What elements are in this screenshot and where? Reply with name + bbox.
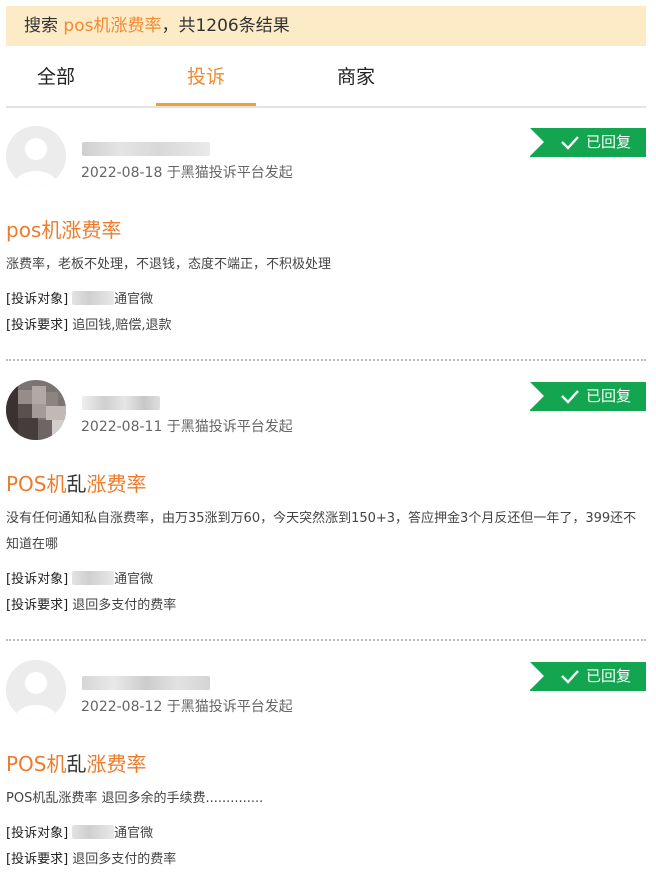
target-label: [投诉对象] bbox=[6, 826, 69, 841]
complaint-target: [投诉对象] 通官微 bbox=[6, 824, 153, 844]
complaint-date: 2022-08-18 于黑猫投诉平台发起 bbox=[81, 165, 293, 181]
complaint-date: 2022-08-12 于黑猫投诉平台发起 bbox=[81, 699, 293, 715]
title-part: POS机 bbox=[6, 472, 67, 496]
request-label: [投诉要求] bbox=[6, 852, 69, 867]
title-part: 乱 bbox=[66, 472, 87, 496]
complaint-request: [投诉要求] 退回多支付的费率 bbox=[6, 850, 176, 870]
complaint-title[interactable]: POS机乱涨费率 bbox=[6, 468, 147, 497]
complaint-target: [投诉对象] 通官微 bbox=[6, 570, 153, 590]
search-result-banner: 搜索 pos机涨费率，共1206条结果 bbox=[6, 6, 646, 46]
complaint-description: 没有任何通知私自涨费率，由万35涨到万60，今天突然涨到150+3，答应押金3个… bbox=[6, 511, 637, 552]
complaint-target: [投诉对象] 通官微 bbox=[6, 290, 153, 310]
complaint-description: 涨费率，老板不处理，不退钱，态度不端正，不积极处理 bbox=[6, 257, 332, 272]
target-value[interactable]: 通官微 bbox=[114, 826, 153, 841]
target-value[interactable]: 通官微 bbox=[114, 292, 153, 307]
target-name-blurred bbox=[72, 825, 115, 839]
request-value: 退回多支付的费率 bbox=[72, 598, 177, 613]
user-name-blurred bbox=[82, 396, 160, 410]
badge-label: 已回复 bbox=[586, 667, 632, 685]
target-name-blurred bbox=[72, 291, 115, 305]
tab-complaints[interactable]: 投诉 bbox=[156, 52, 256, 108]
complaint-request: [投诉要求] 追回钱,赔偿,退款 bbox=[6, 316, 172, 336]
request-value: 退回多支付的费率 bbox=[72, 852, 177, 867]
title-part: 乱 bbox=[66, 752, 87, 776]
user-name-blurred bbox=[82, 142, 210, 156]
request-label: [投诉要求] bbox=[6, 318, 69, 333]
complaint-title[interactable]: pos机涨费率 bbox=[6, 214, 121, 243]
complaint-request: [投诉要求] 退回多支付的费率 bbox=[6, 596, 176, 616]
search-keyword: pos机涨费率 bbox=[63, 16, 162, 36]
user-name-blurred bbox=[82, 676, 210, 690]
title-part: 涨费率 bbox=[86, 472, 147, 496]
target-name-blurred bbox=[72, 571, 115, 585]
complaint-description: POS机乱涨费率 退回多余的手续费.............. bbox=[6, 791, 264, 806]
checkmark-icon bbox=[561, 670, 579, 684]
default-avatar-icon bbox=[6, 126, 66, 186]
title-part: pos机涨费率 bbox=[6, 218, 122, 242]
replied-badge: 已回复 bbox=[530, 128, 646, 157]
user-avatar bbox=[6, 380, 66, 440]
target-value[interactable]: 通官微 bbox=[114, 572, 153, 587]
badge-label: 已回复 bbox=[586, 133, 632, 151]
target-label: [投诉对象] bbox=[6, 572, 69, 587]
user-avatar bbox=[6, 126, 66, 186]
category-tabs: 全部 投诉 商家 bbox=[6, 52, 646, 108]
complaint-title[interactable]: POS机乱涨费率 bbox=[6, 748, 147, 777]
checkmark-icon bbox=[561, 136, 579, 150]
replied-badge: 已回复 bbox=[530, 382, 646, 411]
checkmark-icon bbox=[561, 390, 579, 404]
request-value: 追回钱,赔偿,退款 bbox=[72, 318, 172, 333]
title-part: POS机 bbox=[6, 752, 67, 776]
search-result-count: ，共1206条结果 bbox=[161, 16, 290, 36]
card-divider bbox=[6, 639, 646, 641]
default-avatar-icon bbox=[6, 660, 66, 720]
tab-all[interactable]: 全部 bbox=[6, 52, 106, 108]
request-label: [投诉要求] bbox=[6, 598, 69, 613]
complaint-date: 2022-08-11 于黑猫投诉平台发起 bbox=[81, 419, 293, 435]
user-photo-avatar bbox=[6, 380, 66, 440]
search-prefix: 搜索 bbox=[24, 16, 64, 36]
user-avatar bbox=[6, 660, 66, 720]
card-divider bbox=[6, 359, 646, 361]
active-tab-indicator bbox=[156, 103, 256, 106]
title-part: 涨费率 bbox=[86, 752, 147, 776]
tab-merchants[interactable]: 商家 bbox=[306, 52, 406, 108]
target-label: [投诉对象] bbox=[6, 292, 69, 307]
replied-badge: 已回复 bbox=[530, 662, 646, 691]
badge-label: 已回复 bbox=[586, 387, 632, 405]
